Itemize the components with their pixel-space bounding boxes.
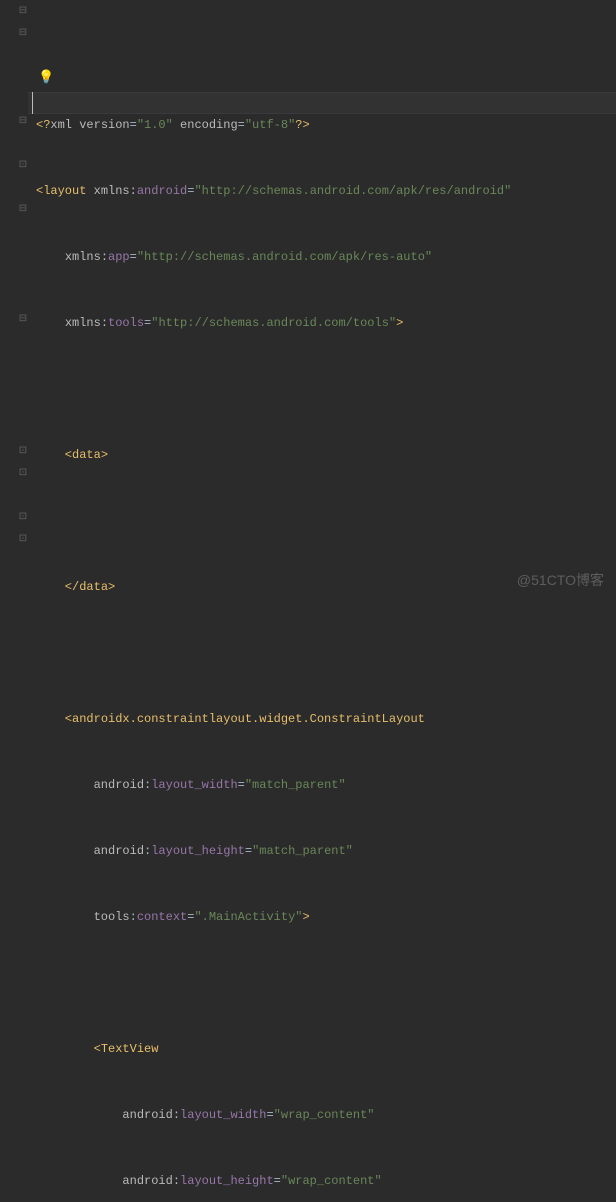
code-line[interactable]: xmlns:tools="http://schemas.android.com/… [36,312,616,334]
fold-icon[interactable]: ⊟ [18,315,28,325]
code-line[interactable]: <data> [36,444,616,466]
code-line[interactable]: android:layout_width="wrap_content" [36,1104,616,1126]
fold-icon[interactable]: ⊡ [18,469,28,479]
code-line[interactable] [36,642,616,664]
fold-icon[interactable]: ⊡ [18,447,28,457]
code-line[interactable]: android:layout_height="wrap_content" [36,1170,616,1192]
code-line[interactable]: <TextView [36,1038,616,1060]
fold-icon[interactable]: ⊡ [18,535,28,545]
code-line[interactable]: <layout xmlns:android="http://schemas.an… [36,180,616,202]
fold-icon[interactable]: ⊟ [18,117,28,127]
fold-icon[interactable]: ⊡ [18,161,28,171]
code-line[interactable]: <androidx.constraintlayout.widget.Constr… [36,708,616,730]
code-editor[interactable]: ⊟ ⊟ ⊟ ⊡ ⊟ ⊟ ⊡ ⊡ ⊡ ⊡ 💡 <?xml version="1.0… [0,0,616,601]
code-line[interactable]: <?xml version="1.0" encoding="utf-8"?> [36,114,616,136]
code-line[interactable]: android:layout_width="match_parent" [36,774,616,796]
fold-icon[interactable]: ⊟ [18,29,28,39]
fold-icon[interactable]: ⊡ [18,513,28,523]
editor-gutter: ⊟ ⊟ ⊟ ⊡ ⊟ ⊟ ⊡ ⊡ ⊡ ⊡ [0,0,32,601]
code-line[interactable] [36,972,616,994]
text-cursor [32,92,33,114]
code-line[interactable]: xmlns:app="http://schemas.android.com/ap… [36,246,616,268]
code-line[interactable] [36,510,616,532]
code-area[interactable]: <?xml version="1.0" encoding="utf-8"?> <… [32,0,616,601]
current-line-highlight [28,92,616,114]
code-line[interactable]: android:layout_height="match_parent" [36,840,616,862]
code-line[interactable]: tools:context=".MainActivity"> [36,906,616,928]
fold-icon[interactable]: ⊟ [18,7,28,17]
fold-icon[interactable]: ⊟ [18,205,28,215]
watermark-text: @51CTO博客 [517,569,604,591]
code-line[interactable] [36,378,616,400]
